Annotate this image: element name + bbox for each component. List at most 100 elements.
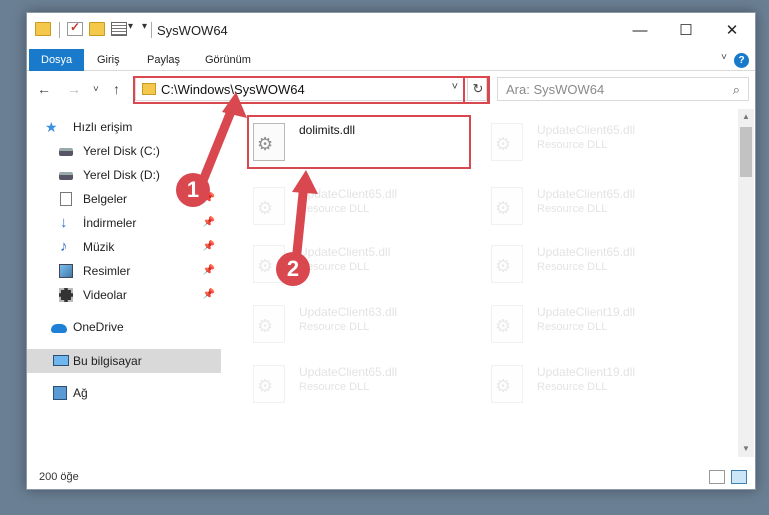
pin-icon[interactable]: 📌 [203, 235, 215, 259]
file-item[interactable]: UpdateClient65.dll Resource DLL [485, 117, 715, 167]
file-name: UpdateClient5.dll [299, 245, 391, 259]
file-item[interactable]: UpdateClient65.dll Resource DLL [247, 181, 477, 231]
customize-toolbar-icon[interactable]: ▾ [142, 21, 147, 32]
folder-icon [35, 22, 51, 36]
search-placeholder: Ara: SysWOW64 [506, 82, 605, 97]
sidebar-item-downloads[interactable]: ↓ İndirmeler 📌 [27, 211, 221, 235]
pin-icon[interactable]: 📌 [203, 259, 215, 283]
address-path[interactable]: C:\Windows\SysWOW64 [161, 82, 305, 97]
file-name: UpdateClient19.dll [537, 305, 636, 319]
help-button[interactable]: ? [734, 53, 749, 68]
file-type: Resource DLL [299, 203, 370, 215]
file-name: UpdateClient19.dll [537, 365, 636, 379]
file-name: dolimits.dll [299, 123, 356, 137]
pin-icon[interactable]: 📌 [203, 283, 215, 307]
sidebar-item-label: Belgeler [83, 192, 128, 206]
dll-file-icon [253, 305, 285, 343]
forward-button[interactable]: → [67, 81, 81, 97]
title-bar: ▾ ▾ SysWOW64 — ☐ ✕ [27, 13, 755, 47]
dll-file-icon [491, 245, 523, 283]
file-name: UpdateClient65.dll [537, 123, 636, 137]
up-button[interactable]: ↑ [113, 81, 120, 97]
search-icon[interactable]: ⌕ [733, 82, 740, 98]
sidebar-item-label: Resimler [83, 264, 131, 278]
maximize-button[interactable]: ☐ [663, 13, 709, 47]
address-bar[interactable]: C:\Windows\SysWOW64 ˅ [135, 77, 487, 101]
dll-file-icon [491, 305, 523, 343]
disk-icon [59, 148, 73, 156]
sidebar-item-network[interactable]: Ağ [27, 381, 221, 405]
large-icons-view-icon[interactable] [731, 470, 747, 484]
dll-file-icon [491, 187, 523, 225]
details-view-icon[interactable] [709, 470, 725, 484]
new-folder-icon[interactable] [89, 22, 105, 36]
window-title: SysWOW64 [157, 23, 228, 38]
callout-step-2: 2 [276, 252, 310, 286]
tab-view[interactable]: Görünüm [195, 49, 261, 71]
sidebar-item-label: Bu bilgisayar [73, 354, 142, 368]
minimize-button[interactable]: — [617, 13, 663, 47]
file-item[interactable]: dolimits.dll [247, 117, 477, 167]
close-button[interactable]: ✕ [709, 13, 755, 47]
tab-home[interactable]: Giriş [87, 49, 130, 71]
sidebar-item-label: Ağ [73, 386, 88, 400]
sidebar-item-videos[interactable]: Videolar 📌 [27, 283, 221, 307]
scrollbar-thumb[interactable] [740, 127, 752, 177]
file-item[interactable]: UpdateClient65.dll Resource DLL [247, 359, 477, 409]
pictures-icon [59, 264, 73, 278]
navigation-pane: ★ Hızlı erişim Yerel Disk (C:) Yerel Dis… [27, 109, 221, 457]
dll-file-icon [491, 123, 523, 161]
sidebar-item-label: Hızlı erişim [73, 120, 133, 134]
scroll-down-icon[interactable]: ▼ [738, 441, 754, 457]
sidebar-item-label: İndirmeler [83, 216, 137, 230]
properties-icon[interactable] [111, 22, 127, 36]
back-button[interactable]: ← [37, 81, 51, 97]
disk-icon [59, 172, 73, 180]
scroll-up-icon[interactable]: ▲ [738, 109, 754, 125]
file-type: Resource DLL [537, 381, 608, 393]
explorer-window: ▾ ▾ SysWOW64 — ☐ ✕ Dosya Giriş Paylaş Gö… [26, 12, 756, 490]
chevron-down-icon[interactable]: ▾ [128, 21, 133, 32]
document-icon [60, 192, 72, 206]
file-name: UpdateClient63.dll [299, 305, 398, 319]
pin-icon[interactable]: 📌 [203, 211, 215, 235]
status-bar: 200 öğe [27, 467, 755, 489]
item-count: 200 öğe [39, 471, 79, 483]
chevron-down-icon[interactable]: ˅ [452, 81, 458, 93]
sidebar-item-pictures[interactable]: Resimler 📌 [27, 259, 221, 283]
refresh-button[interactable]: ↻ [467, 77, 489, 101]
file-item[interactable]: UpdateClient63.dll Resource DLL [247, 299, 477, 349]
toolbar-separator [59, 22, 60, 38]
dll-file-icon [491, 365, 523, 403]
recent-locations-button[interactable]: ˅ [93, 84, 99, 95]
file-type: Resource DLL [537, 261, 608, 273]
computer-icon [53, 355, 69, 366]
tab-share[interactable]: Paylaş [137, 49, 190, 71]
file-type: Resource DLL [537, 321, 608, 333]
sidebar-item-music[interactable]: ♪ Müzik 📌 [27, 235, 221, 259]
sidebar-item-onedrive[interactable]: OneDrive [27, 315, 221, 339]
file-item[interactable]: UpdateClient65.dll Resource DLL [485, 239, 715, 289]
sidebar-item-disk-c[interactable]: Yerel Disk (C:) [27, 139, 221, 163]
sidebar-item-quick-access[interactable]: ★ Hızlı erişim [27, 115, 221, 139]
sidebar-item-label: OneDrive [73, 320, 124, 334]
file-item[interactable]: UpdateClient19.dll Resource DLL [485, 359, 715, 409]
vertical-scrollbar[interactable]: ▲ ▼ [738, 109, 754, 457]
file-type: Resource DLL [299, 321, 370, 333]
file-name: UpdateClient65.dll [299, 365, 398, 379]
cloud-icon [51, 324, 67, 333]
file-name: UpdateClient65.dll [537, 187, 636, 201]
sidebar-item-this-pc[interactable]: Bu bilgisayar [27, 349, 221, 373]
file-item[interactable]: UpdateClient65.dll Resource DLL [485, 181, 715, 231]
star-icon: ★ [45, 119, 58, 135]
file-type: Resource DLL [537, 139, 608, 151]
expand-ribbon-icon[interactable]: ˅ [721, 52, 727, 63]
file-type: Resource DLL [537, 203, 608, 215]
tab-file[interactable]: Dosya [29, 49, 85, 71]
file-item[interactable]: UpdateClient19.dll Resource DLL [485, 299, 715, 349]
ribbon-tabs: Dosya Giriş Paylaş Görünüm ˅ ? [27, 49, 755, 71]
search-input[interactable]: Ara: SysWOW64 ⌕ [497, 77, 749, 101]
dll-file-icon [253, 123, 285, 161]
sidebar-item-label: Yerel Disk (C:) [83, 144, 160, 158]
properties-check-icon[interactable] [67, 20, 83, 36]
